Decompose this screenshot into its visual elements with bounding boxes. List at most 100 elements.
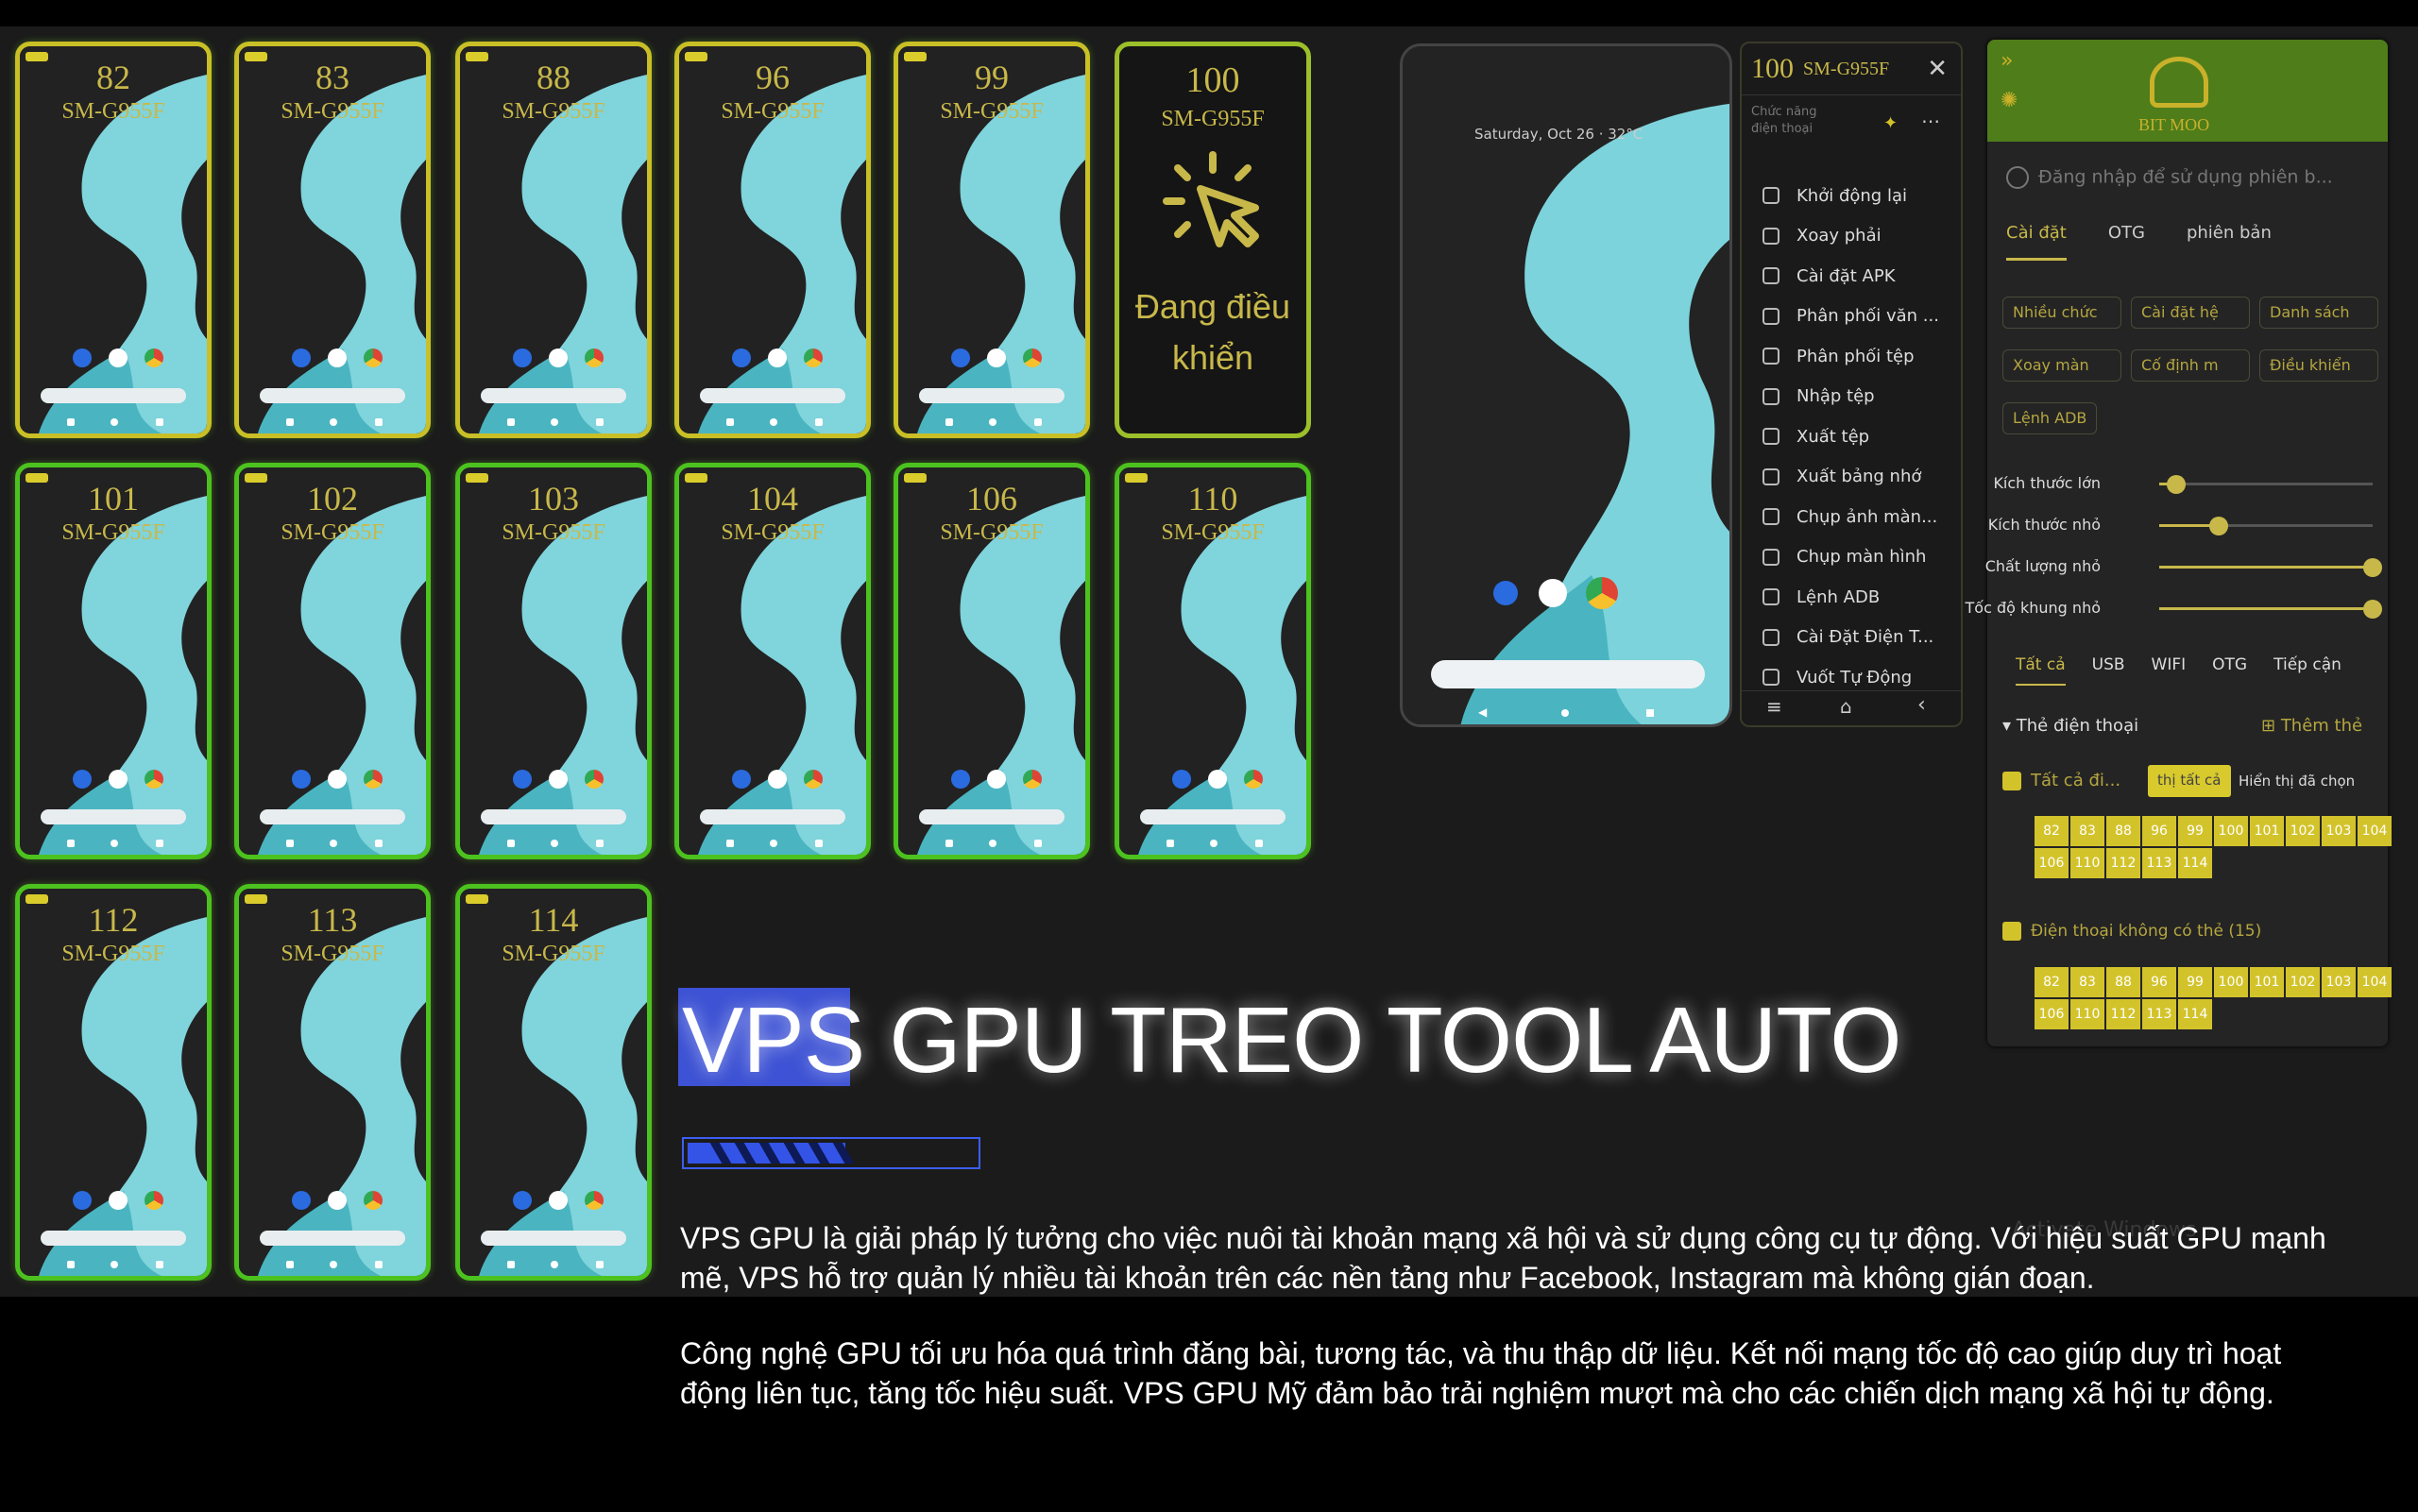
- phone-tile[interactable]: 113 SM-G955F: [234, 884, 431, 1281]
- menu-item[interactable]: Nhập tệp: [1742, 377, 1961, 417]
- play-store-icon[interactable]: [328, 348, 347, 367]
- home-icon[interactable]: [330, 840, 337, 847]
- phone-number-tag[interactable]: 100: [2214, 967, 2248, 997]
- home-icon[interactable]: [111, 1261, 118, 1268]
- play-store-icon[interactable]: [549, 770, 568, 789]
- messages-icon[interactable]: [73, 348, 92, 367]
- play-store-icon[interactable]: [549, 348, 568, 367]
- tab-version[interactable]: phiên bản: [2187, 223, 2272, 261]
- back-icon[interactable]: [507, 1261, 515, 1268]
- recents-icon[interactable]: [1646, 709, 1654, 717]
- recents-icon[interactable]: [1255, 840, 1263, 847]
- home-icon[interactable]: [111, 418, 118, 426]
- phone-tile[interactable]: 99 SM-G955F: [894, 42, 1090, 438]
- chrome-icon[interactable]: [1023, 770, 1042, 789]
- slider-handle[interactable]: [2363, 558, 2382, 577]
- phone-number-tag[interactable]: 106: [2035, 848, 2069, 878]
- search-bar[interactable]: [919, 388, 1064, 403]
- list-chip[interactable]: Danh sách: [2259, 297, 2378, 329]
- messages-icon[interactable]: [1172, 770, 1191, 789]
- phone-tile[interactable]: 102 SM-G955F: [234, 463, 431, 859]
- phone-number-tag[interactable]: 104: [2358, 816, 2392, 846]
- menu-item[interactable]: Phân phối văn ...: [1742, 297, 1961, 337]
- menu-item[interactable]: Chụp màn hình: [1742, 537, 1961, 578]
- rotate-screen-chip[interactable]: Xoay màn: [2002, 349, 2121, 382]
- untagged-checkbox[interactable]: Điện thoại không có thẻ (15): [2002, 922, 2261, 941]
- close-icon[interactable]: ✕: [1927, 55, 1948, 83]
- phone-tile[interactable]: 88 SM-G955F: [455, 42, 652, 438]
- search-bar[interactable]: [41, 809, 186, 824]
- login-prompt[interactable]: Đăng nhập để sử dụng phiên b...: [2006, 166, 2333, 189]
- phone-number-tag[interactable]: 99: [2178, 816, 2212, 846]
- home-icon[interactable]: [551, 418, 558, 426]
- chrome-icon[interactable]: [364, 348, 383, 367]
- menu-item[interactable]: Cài Đặt Điện T...: [1742, 618, 1961, 658]
- phone-tile[interactable]: 104 SM-G955F: [674, 463, 871, 859]
- messages-icon[interactable]: [732, 770, 751, 789]
- phone-number-tag[interactable]: 96: [2142, 816, 2176, 846]
- phone-number-tag[interactable]: 96: [2142, 967, 2176, 997]
- search-bar[interactable]: [700, 809, 845, 824]
- phone-tile[interactable]: 103 SM-G955F: [455, 463, 652, 859]
- menu-item[interactable]: Xuất tệp: [1742, 416, 1961, 457]
- pin-icon[interactable]: ✦: [1883, 113, 1898, 133]
- chrome-icon[interactable]: [1586, 577, 1618, 609]
- phone-tile[interactable]: 96 SM-G955F: [674, 42, 871, 438]
- phone-number-tag[interactable]: 101: [2250, 816, 2284, 846]
- chrome-icon[interactable]: [145, 348, 163, 367]
- phone-number-tag[interactable]: 82: [2035, 967, 2069, 997]
- chrome-icon[interactable]: [804, 770, 823, 789]
- recents-icon[interactable]: [596, 840, 604, 847]
- home-icon[interactable]: [1561, 709, 1569, 717]
- tab-settings[interactable]: Cài đặt: [2006, 223, 2067, 261]
- play-store-icon[interactable]: [1539, 579, 1567, 607]
- home-icon[interactable]: ⌂: [1840, 695, 1852, 718]
- search-bar[interactable]: [260, 1231, 405, 1246]
- more-icon[interactable]: ⋯: [1921, 110, 1940, 132]
- phone-tile[interactable]: 106 SM-G955F: [894, 463, 1090, 859]
- home-icon[interactable]: [989, 418, 996, 426]
- menu-item[interactable]: Cài đặt APK: [1742, 256, 1961, 297]
- back-icon[interactable]: [726, 840, 734, 847]
- home-icon[interactable]: [551, 1261, 558, 1268]
- phone-number-tag[interactable]: 112: [2106, 999, 2140, 1029]
- tab-otg-conn[interactable]: OTG: [2212, 655, 2247, 686]
- phone-number-tag[interactable]: 102: [2286, 816, 2320, 846]
- slider[interactable]: Kích thước nhỏ: [1987, 512, 2388, 540]
- multi-function-chip[interactable]: Nhiều chức: [2002, 297, 2121, 329]
- messages-icon[interactable]: [951, 348, 970, 367]
- phone-tile[interactable]: 114 SM-G955F: [455, 884, 652, 1281]
- back-icon[interactable]: [286, 418, 294, 426]
- fixed-screen-toggle[interactable]: Cố định m: [2131, 349, 2250, 382]
- menu-item[interactable]: Xoay phải: [1742, 216, 1961, 257]
- home-icon[interactable]: [770, 840, 777, 847]
- back-icon[interactable]: [507, 418, 515, 426]
- home-icon[interactable]: [770, 418, 777, 426]
- back-icon[interactable]: [945, 840, 953, 847]
- search-bar[interactable]: [41, 1231, 186, 1246]
- all-checkbox[interactable]: Tất cả đi...: [2002, 771, 2120, 790]
- back-icon[interactable]: [286, 840, 294, 847]
- controlled-phone-tile[interactable]: 100 SM-G955F Đang điều khiển: [1115, 42, 1311, 438]
- control-toggle[interactable]: Điều khiển: [2259, 349, 2378, 382]
- menu-item[interactable]: Chụp ảnh màn...: [1742, 497, 1961, 537]
- chrome-icon[interactable]: [1244, 770, 1263, 789]
- search-bar[interactable]: [260, 388, 405, 403]
- search-bar[interactable]: [260, 809, 405, 824]
- back-icon[interactable]: [67, 418, 75, 426]
- phone-number-tag[interactable]: 110: [2070, 999, 2104, 1029]
- back-icon[interactable]: [726, 418, 734, 426]
- chrome-icon[interactable]: [585, 348, 604, 367]
- back-icon[interactable]: [286, 1261, 294, 1268]
- messages-icon[interactable]: [513, 348, 532, 367]
- home-icon[interactable]: [111, 840, 118, 847]
- phone-number-tag[interactable]: 101: [2250, 967, 2284, 997]
- chrome-icon[interactable]: [364, 1191, 383, 1210]
- phone-number-tag[interactable]: 102: [2286, 967, 2320, 997]
- menu-item[interactable]: Khởi động lại: [1742, 176, 1961, 216]
- recents-icon[interactable]: [375, 418, 383, 426]
- recents-icon[interactable]: [1034, 840, 1042, 847]
- play-store-icon[interactable]: [1208, 770, 1227, 789]
- phone-number-tag[interactable]: 88: [2106, 816, 2140, 846]
- back-icon[interactable]: [945, 418, 953, 426]
